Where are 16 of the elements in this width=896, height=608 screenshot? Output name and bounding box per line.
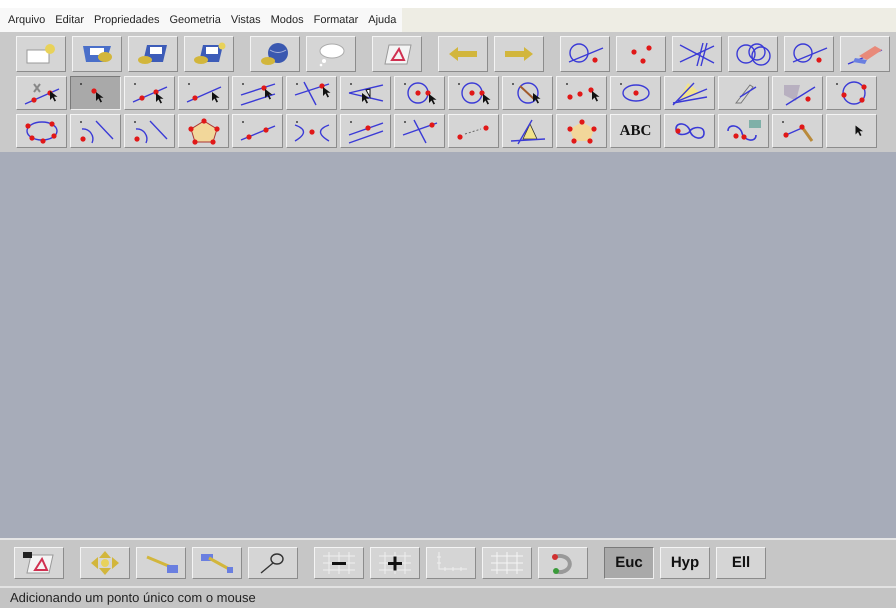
menu-item[interactable]: Editar	[55, 12, 84, 28]
menu-item[interactable]: Propriedades	[94, 12, 160, 28]
menu-item[interactable]: Formatar	[314, 12, 358, 28]
cursor-icon	[855, 124, 864, 138]
menu-item[interactable]: Arquivo	[8, 12, 46, 28]
crossing-lines-icon	[677, 40, 717, 68]
menu-item[interactable]: Geometria	[169, 12, 221, 28]
text-tool-button[interactable]: ABC	[610, 114, 661, 148]
status-text: Adicionando um ponto único com o mouse	[10, 589, 256, 608]
menu-item[interactable]: Vistas	[230, 12, 261, 28]
menu-item[interactable]: Modos	[270, 12, 304, 28]
menu-item[interactable]: Ajuda	[368, 12, 396, 28]
geometry-button[interactable]: Ell	[716, 547, 766, 579]
geometry-button[interactable]: Hyp	[660, 547, 710, 579]
tool-button[interactable]	[70, 76, 121, 110]
geometry-button[interactable]: Euc	[604, 547, 654, 579]
